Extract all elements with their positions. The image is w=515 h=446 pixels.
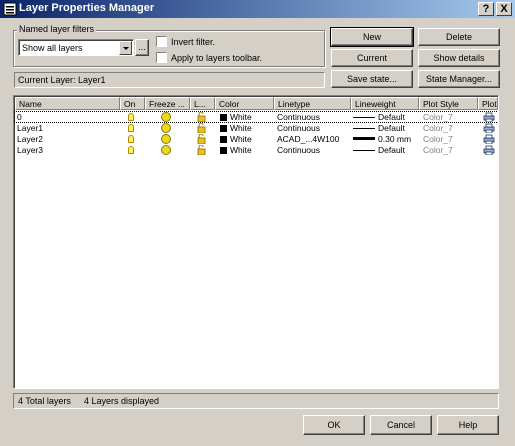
printer-icon[interactable] bbox=[483, 112, 495, 122]
column-header-plot[interactable]: Plot bbox=[478, 97, 498, 110]
window-title: Layer Properties Manager bbox=[19, 2, 155, 14]
layer-list[interactable]: Name On Freeze ... L... Color Linetype L… bbox=[13, 95, 499, 389]
new-button[interactable]: New bbox=[330, 27, 414, 47]
layers-displayed-text: 4 Layers displayed bbox=[84, 396, 160, 406]
layer-lineweight-value: Default bbox=[378, 145, 405, 155]
column-header-lock[interactable]: L... bbox=[190, 97, 215, 110]
layer-row[interactable]: Layer3 White Continuous Default Color_7 bbox=[15, 145, 498, 155]
filter-combo[interactable]: Show all layers bbox=[18, 39, 134, 56]
layer-row[interactable]: Layer1 White Continuous Default Color_7 bbox=[15, 123, 498, 133]
column-header-color[interactable]: Color bbox=[215, 97, 274, 110]
lineweight-sample bbox=[353, 117, 375, 118]
lineweight-sample bbox=[353, 150, 375, 151]
lineweight-sample bbox=[353, 137, 375, 140]
layer-lineweight[interactable]: Default bbox=[353, 112, 405, 122]
cancel-button[interactable]: Cancel bbox=[370, 415, 432, 435]
save-state-button[interactable]: Save state... bbox=[331, 70, 413, 88]
layer-color-name: White bbox=[230, 134, 252, 144]
layer-row[interactable]: Layer2 White ACAD_...4W100 0.30 mm Color… bbox=[15, 134, 498, 144]
app-icon bbox=[3, 2, 17, 16]
layer-lineweight[interactable]: 0.30 mm bbox=[353, 134, 411, 144]
layer-lineweight-value: Default bbox=[378, 123, 405, 133]
sun-thawed-icon[interactable] bbox=[161, 134, 171, 144]
layer-plot-style[interactable]: Color_7 bbox=[423, 134, 453, 144]
sun-thawed-icon[interactable] bbox=[161, 112, 171, 122]
chevron-down-icon[interactable] bbox=[119, 41, 132, 55]
lightbulb-on-icon[interactable] bbox=[128, 135, 134, 143]
title-bar: Layer Properties Manager ? X bbox=[0, 0, 515, 18]
show-details-button[interactable]: Show details bbox=[418, 49, 500, 67]
filters-group-label: Named layer filters bbox=[17, 24, 97, 34]
layer-plot-style[interactable]: Color_7 bbox=[423, 123, 453, 133]
total-layers-text: 4 Total layers bbox=[18, 396, 71, 406]
layer-color[interactable]: White bbox=[220, 134, 252, 144]
layer-plot-style[interactable]: Color_7 bbox=[423, 112, 453, 122]
layer-linetype[interactable]: Continuous bbox=[277, 145, 320, 155]
layer-color[interactable]: White bbox=[220, 145, 252, 155]
layer-lineweight-value: Default bbox=[378, 112, 405, 122]
sun-thawed-icon[interactable] bbox=[161, 123, 171, 133]
layer-name: Layer1 bbox=[17, 123, 43, 133]
layer-color[interactable]: White bbox=[220, 112, 252, 122]
unlock-icon[interactable] bbox=[197, 134, 206, 144]
lightbulb-on-icon[interactable] bbox=[128, 146, 134, 154]
browse-filters-button[interactable]: ... bbox=[135, 39, 149, 56]
column-header-on[interactable]: On bbox=[120, 97, 145, 110]
current-layer-text: Current Layer: Layer1 bbox=[18, 75, 106, 85]
layer-linetype[interactable]: ACAD_...4W100 bbox=[277, 134, 339, 144]
layer-linetype[interactable]: Continuous bbox=[277, 123, 320, 133]
color-swatch bbox=[220, 125, 227, 132]
printer-icon[interactable] bbox=[483, 145, 495, 155]
lightbulb-on-icon[interactable] bbox=[128, 113, 134, 121]
printer-icon[interactable] bbox=[483, 123, 495, 133]
color-swatch bbox=[220, 114, 227, 121]
lightbulb-on-icon[interactable] bbox=[128, 124, 134, 132]
layer-lineweight-value: 0.30 mm bbox=[378, 134, 412, 144]
delete-button[interactable]: Delete bbox=[418, 28, 500, 46]
layer-plot-style[interactable]: Color_7 bbox=[423, 145, 453, 155]
column-header-lineweight[interactable]: Lineweight bbox=[351, 97, 419, 110]
printer-icon[interactable] bbox=[483, 134, 495, 144]
column-header-linetype[interactable]: Linetype bbox=[274, 97, 351, 110]
help-title-button[interactable]: ? bbox=[478, 2, 494, 16]
close-button[interactable]: X bbox=[496, 2, 512, 16]
unlock-icon[interactable] bbox=[197, 145, 206, 155]
state-manager-button[interactable]: State Manager... bbox=[418, 70, 500, 88]
status-bar: 4 Total layers 4 Layers displayed bbox=[13, 393, 499, 409]
column-header-freeze[interactable]: Freeze ... bbox=[145, 97, 190, 110]
current-layer-field: Current Layer: Layer1 bbox=[14, 72, 325, 88]
layer-lineweight[interactable]: Default bbox=[353, 123, 405, 133]
current-button[interactable]: Current bbox=[331, 49, 413, 67]
unlock-icon[interactable] bbox=[197, 112, 206, 122]
layer-lineweight[interactable]: Default bbox=[353, 145, 405, 155]
invert-filter-label: Invert filter. bbox=[171, 37, 216, 47]
color-swatch bbox=[220, 147, 227, 154]
apply-toolbar-label: Apply to layers toolbar. bbox=[171, 53, 263, 63]
layer-color-name: White bbox=[230, 123, 252, 133]
layer-name: Layer2 bbox=[17, 134, 43, 144]
layer-name: Layer3 bbox=[17, 145, 43, 155]
ok-button[interactable]: OK bbox=[303, 415, 365, 435]
sun-thawed-icon[interactable] bbox=[161, 145, 171, 155]
apply-toolbar-checkbox[interactable] bbox=[156, 52, 167, 63]
help-button[interactable]: Help bbox=[437, 415, 499, 435]
layer-name: 0 bbox=[17, 112, 22, 122]
column-header-plot-style[interactable]: Plot Style bbox=[419, 97, 478, 110]
layer-color-name: White bbox=[230, 112, 252, 122]
layer-row[interactable]: 0 White Continuous Default Color_7 bbox=[14, 111, 498, 123]
column-header-name[interactable]: Name bbox=[15, 97, 120, 110]
filter-combo-value: Show all layers bbox=[22, 43, 83, 53]
layer-linetype[interactable]: Continuous bbox=[277, 112, 320, 122]
layer-color[interactable]: White bbox=[220, 123, 252, 133]
invert-filter-checkbox[interactable] bbox=[156, 36, 167, 47]
unlock-icon[interactable] bbox=[197, 123, 206, 133]
lineweight-sample bbox=[353, 128, 375, 129]
color-swatch bbox=[220, 136, 227, 143]
layer-color-name: White bbox=[230, 145, 252, 155]
